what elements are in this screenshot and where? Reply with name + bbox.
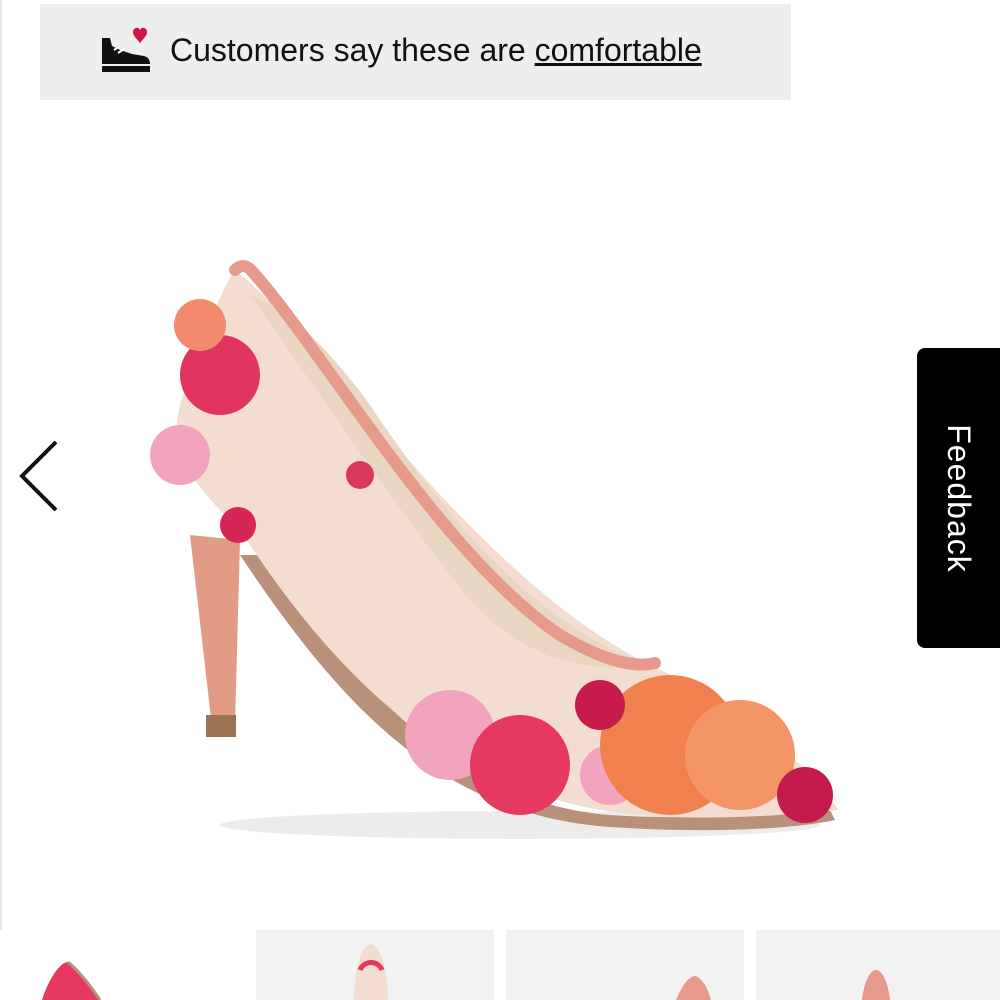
page-left-border <box>0 0 2 1000</box>
thumb-side-view[interactable] <box>0 930 245 1000</box>
chevron-left-icon[interactable] <box>12 436 68 516</box>
thumb-front-view[interactable] <box>256 930 494 1000</box>
thumb-back-view[interactable] <box>756 930 1000 1000</box>
feedback-tab[interactable]: Feedback <box>917 348 1000 648</box>
comfort-message-prefix: Customers say these are <box>170 32 535 68</box>
comfort-message: Customers say these are comfortable <box>170 30 702 70</box>
thumb-top-view[interactable] <box>506 930 744 1000</box>
feedback-label: Feedback <box>941 423 977 573</box>
comfortable-link[interactable]: comfortable <box>535 32 702 68</box>
shoe-heart-icon <box>102 27 150 72</box>
product-main-image <box>150 260 839 839</box>
